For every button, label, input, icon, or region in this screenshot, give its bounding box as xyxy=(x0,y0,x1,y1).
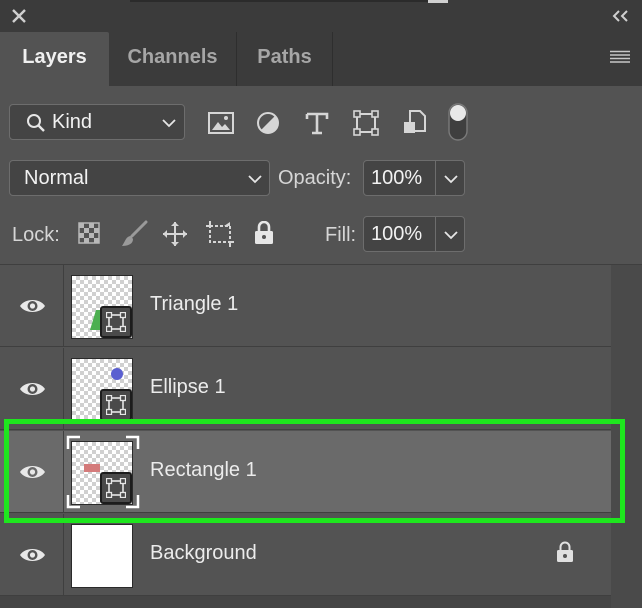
layer-name[interactable]: Triangle 1 xyxy=(150,293,238,316)
adjustment-filter-icon[interactable] xyxy=(256,111,280,135)
opacity-divider xyxy=(435,161,436,195)
layer-row-background[interactable]: Background xyxy=(0,514,611,596)
lock-position-icon[interactable] xyxy=(162,221,188,247)
shape-layer-icon xyxy=(106,395,126,415)
layer-row-triangle[interactable]: Triangle 1 xyxy=(0,265,611,347)
layer-name[interactable]: Ellipse 1 xyxy=(150,376,226,399)
eye-icon[interactable] xyxy=(19,296,46,316)
lock-image-pixels-icon[interactable] xyxy=(120,220,148,248)
blend-mode-dropdown[interactable]: Normal xyxy=(9,160,270,196)
fill-value[interactable]: 100% xyxy=(371,223,422,246)
visibility-column xyxy=(0,514,64,596)
opacity-field[interactable]: 100% xyxy=(363,160,465,196)
image-filter-icon[interactable] xyxy=(208,112,234,134)
lock-transparent-pixels-icon[interactable] xyxy=(78,222,100,244)
topbar-notch xyxy=(130,0,430,2)
tab-channels[interactable]: Channels xyxy=(109,32,237,86)
tab-layers[interactable]: Layers xyxy=(0,32,109,86)
visibility-column xyxy=(0,348,64,430)
opacity-label: Opacity: xyxy=(278,167,352,189)
search-icon xyxy=(27,114,45,132)
filter-kind-dropdown[interactable]: Kind xyxy=(9,104,185,140)
chevron-down-icon[interactable] xyxy=(444,175,458,184)
type-filter-icon[interactable] xyxy=(305,111,329,135)
fill-field[interactable]: 100% xyxy=(363,216,465,252)
chevron-down-icon[interactable] xyxy=(444,231,458,240)
collapse-icon[interactable] xyxy=(612,10,630,22)
eye-icon[interactable] xyxy=(19,545,46,565)
fill-label: Fill: xyxy=(325,224,357,246)
lock-all-icon[interactable] xyxy=(254,221,274,245)
shape-layer-icon xyxy=(106,312,126,332)
smart-object-filter-icon[interactable] xyxy=(403,109,427,137)
lock-label: Lock: xyxy=(12,224,60,246)
chevron-down-icon xyxy=(248,175,262,184)
lock-artboard-icon[interactable] xyxy=(205,220,235,248)
selected-layer-highlight xyxy=(4,419,625,523)
fill-divider xyxy=(435,217,436,251)
visibility-column xyxy=(0,265,64,347)
panel-topbar xyxy=(0,0,642,32)
layer-thumbnail[interactable] xyxy=(71,358,133,422)
layer-thumbnail[interactable] xyxy=(71,275,133,339)
shape-layer-badge xyxy=(100,306,132,338)
close-icon[interactable] xyxy=(10,7,28,25)
panel-tabs: Layers Channels Paths xyxy=(0,32,642,86)
chevron-down-icon xyxy=(162,119,176,128)
topbar-notch-handle xyxy=(428,0,448,3)
panel-bottom-strip xyxy=(0,596,611,608)
filter-kind-label: Kind xyxy=(52,111,93,133)
panel-menu-icon[interactable] xyxy=(610,50,630,64)
layer-lock-icon[interactable] xyxy=(556,541,574,563)
blend-mode-value: Normal xyxy=(24,167,89,189)
eye-icon[interactable] xyxy=(19,379,46,399)
filter-toggle-icon[interactable] xyxy=(448,103,468,141)
shape-filter-icon[interactable] xyxy=(353,110,379,136)
ellipse-shape-thumb xyxy=(111,368,123,380)
opacity-value[interactable]: 100% xyxy=(371,167,422,190)
layer-name[interactable]: Background xyxy=(150,542,257,565)
tab-paths[interactable]: Paths xyxy=(237,32,333,86)
layer-thumbnail[interactable] xyxy=(71,524,133,588)
layer-row-ellipse[interactable]: Ellipse 1 xyxy=(0,348,611,430)
shape-layer-badge xyxy=(100,389,132,421)
